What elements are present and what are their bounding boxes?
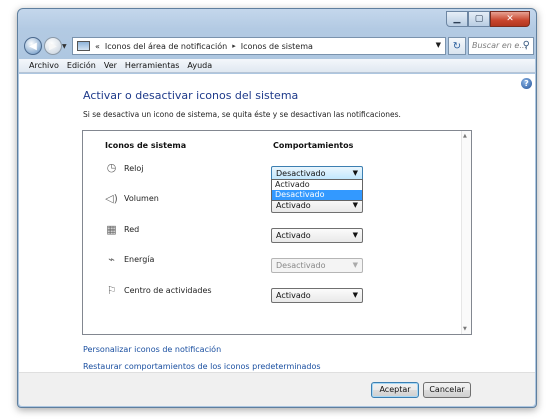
- navigation-bar: ◀ ▶ ▼ « Iconos del área de notificación …: [22, 33, 534, 59]
- select-value: Activado: [276, 201, 311, 210]
- column-header-behaviors: Comportamientos: [273, 141, 354, 150]
- network-icon: ▦: [106, 223, 117, 236]
- forward-arrow-icon[interactable]: ▶: [44, 37, 62, 55]
- menu-item-ayuda[interactable]: Ayuda: [187, 61, 212, 70]
- scroll-down-icon[interactable]: ▼: [463, 326, 467, 332]
- customize-notification-icons-link[interactable]: Personalizar iconos de notificación: [83, 345, 221, 354]
- help-icon[interactable]: ?: [521, 78, 532, 89]
- recent-pages-dropdown-icon[interactable]: ▼: [62, 43, 67, 50]
- dropdown-option-desactivado[interactable]: Desactivado: [272, 190, 362, 200]
- refresh-icon[interactable]: ↻: [448, 37, 466, 55]
- maximize-icon[interactable]: ▢: [468, 11, 490, 27]
- flag-icon: ⚐: [106, 284, 117, 297]
- clock-icon: ◷: [106, 161, 117, 174]
- row-label-reloj: Reloj: [124, 164, 144, 173]
- behavior-dropdown-list: Activado Desactivado: [271, 179, 363, 201]
- power-icon: ⌁: [108, 253, 115, 266]
- search-input[interactable]: Buscar en e... ⚲: [468, 37, 534, 55]
- menu-item-ver[interactable]: Ver: [104, 61, 117, 70]
- select-value: Desactivado: [276, 261, 326, 270]
- column-header-icons: Iconos de sistema: [105, 141, 187, 150]
- scroll-up-icon[interactable]: ▲: [463, 133, 467, 139]
- breadcrumb-notification-icons[interactable]: Iconos del área de notificación: [105, 42, 227, 51]
- chevron-down-icon: ▼: [352, 261, 358, 269]
- row-label-volumen: Volumen: [124, 194, 159, 203]
- menu-item-herramientas[interactable]: Herramientas: [125, 61, 180, 70]
- breadcrumb-separator-icon[interactable]: ▸: [232, 42, 236, 50]
- behavior-select-red[interactable]: Activado ▼: [271, 228, 363, 243]
- row-label-centro-actividades: Centro de actividades: [124, 286, 212, 295]
- select-value: Activado: [276, 291, 311, 300]
- control-panel-window: ▁ ▢ ✕ ◀ ▶ ▼ « Iconos del área de notific…: [17, 8, 537, 408]
- accept-button[interactable]: Aceptar: [371, 382, 419, 398]
- chevron-down-icon: ▼: [352, 291, 358, 299]
- content-area: ? Activar o desactivar iconos del sistem…: [19, 74, 535, 374]
- speaker-icon: ◁): [105, 192, 118, 205]
- select-value: Desactivado: [276, 169, 326, 178]
- panel-scrollbar[interactable]: ▲ ▼: [461, 131, 471, 334]
- chevron-down-icon: ▼: [352, 201, 358, 209]
- page-description: Si se desactiva un icono de sistema, se …: [83, 110, 401, 119]
- cancel-button[interactable]: Cancelar: [423, 382, 471, 398]
- dialog-footer: Aceptar Cancelar: [19, 372, 535, 406]
- close-icon[interactable]: ✕: [490, 11, 530, 27]
- chevron-down-icon: ▼: [352, 169, 358, 177]
- row-label-red: Red: [124, 225, 140, 234]
- address-history-dropdown-icon[interactable]: ▼: [436, 41, 441, 49]
- address-overflow[interactable]: «: [95, 42, 100, 51]
- caption-buttons: ▁ ▢ ✕: [446, 11, 530, 27]
- page-title: Activar o desactivar iconos del sistema: [83, 89, 299, 102]
- chevron-down-icon: ▼: [352, 231, 358, 239]
- menu-bar: Archivo Edición Ver Herramientas Ayuda: [19, 59, 535, 73]
- system-icons-panel: Iconos de sistema Comportamientos ◷ Relo…: [82, 130, 472, 335]
- breadcrumb-system-icons[interactable]: Iconos de sistema: [241, 42, 313, 51]
- menu-item-edicion[interactable]: Edición: [67, 61, 96, 70]
- search-placeholder: Buscar en e...: [472, 41, 527, 50]
- row-label-energia: Energía: [124, 255, 155, 264]
- control-panel-icon: [77, 41, 90, 51]
- address-bar[interactable]: « Iconos del área de notificación ▸ Icon…: [72, 37, 446, 55]
- restore-default-behaviors-link[interactable]: Restaurar comportamientos de los iconos …: [83, 362, 321, 371]
- menu-item-archivo[interactable]: Archivo: [29, 61, 59, 70]
- search-icon[interactable]: ⚲: [523, 40, 530, 51]
- dropdown-option-activado[interactable]: Activado: [272, 180, 362, 190]
- select-value: Activado: [276, 231, 311, 240]
- back-arrow-icon[interactable]: ◀: [24, 37, 42, 55]
- minimize-icon[interactable]: ▁: [446, 11, 468, 27]
- behavior-select-energia: Desactivado ▼: [271, 258, 363, 273]
- behavior-select-centro-actividades[interactable]: Activado ▼: [271, 288, 363, 303]
